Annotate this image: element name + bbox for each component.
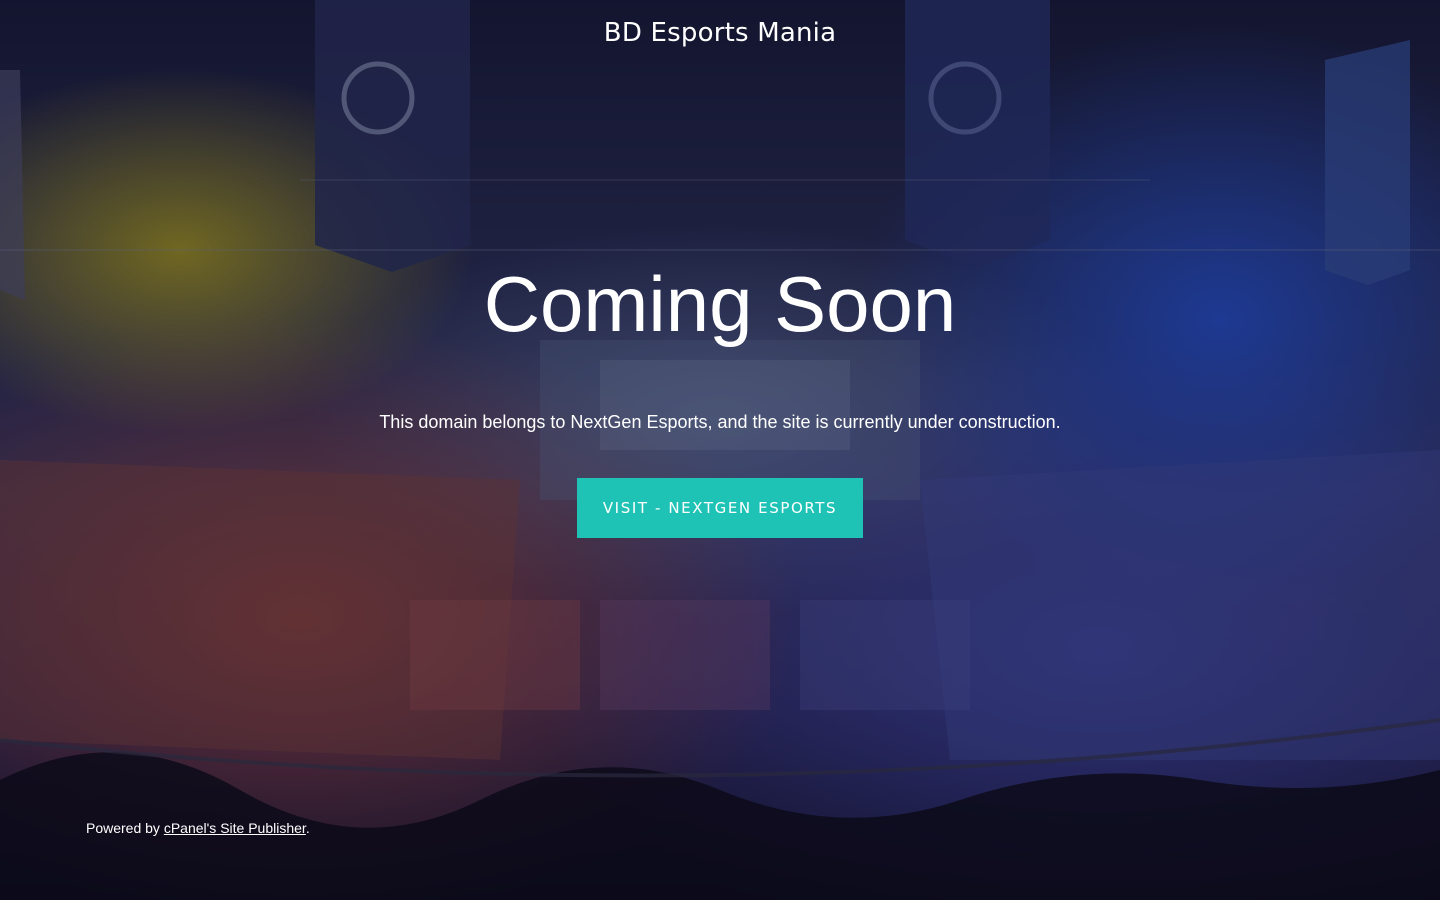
visit-nextgen-esports-button[interactable]: VISIT - NEXTGEN ESPORTS — [577, 478, 863, 538]
site-title[interactable]: BD Esports Mania — [604, 18, 836, 48]
hero-section: Coming Soon This domain belongs to NextG… — [0, 258, 1440, 538]
hero-title: Coming Soon — [483, 260, 957, 348]
site-header: BD Esports Mania — [0, 18, 1440, 48]
footer-prefix: Powered by — [86, 820, 164, 836]
hero-description: This domain belongs to NextGen Esports, … — [379, 412, 1061, 432]
footer-suffix: . — [305, 820, 310, 836]
footer: Powered by cPanel's Site Publisher. — [86, 820, 310, 836]
cpanel-site-publisher-link[interactable]: cPanel's Site Publisher — [164, 820, 306, 836]
